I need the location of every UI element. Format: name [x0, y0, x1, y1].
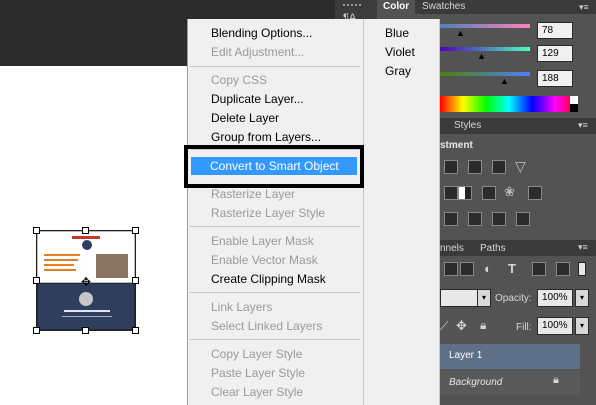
layers-panel-tabbar: nnels Paths ▾≡ [440, 240, 596, 256]
filter-shape-icon[interactable] [532, 262, 546, 276]
menu-item-blending-options[interactable]: Blending Options... [211, 25, 312, 41]
black-white-swatch[interactable] [570, 96, 578, 112]
submenu-item-violet[interactable]: Violet [385, 44, 415, 60]
menu-item-enable-layer-mask: Enable Layer Mask [211, 234, 314, 248]
menu-item-select-linked-layers: Select Linked Layers [211, 319, 323, 333]
styles-panel-tabbar: Styles ▾≡ [440, 118, 596, 134]
lock-transparent-icon[interactable]: ⟋ [440, 319, 448, 334]
menu-separator [190, 339, 360, 340]
tab-color[interactable]: Color [377, 0, 416, 14]
filter-toggle-switch[interactable] [578, 262, 586, 276]
blue-slider[interactable] [440, 72, 530, 76]
strip-grip-icon[interactable] [343, 0, 361, 6]
green-slider-thumb[interactable]: ▲ [477, 51, 486, 61]
blend-mode-dropdown-icon[interactable]: ▾ [477, 289, 491, 307]
red-slider[interactable] [440, 24, 530, 28]
fill-field[interactable]: 100% [537, 317, 573, 335]
transform-handle[interactable] [82, 327, 89, 334]
opacity-field[interactable]: 100% [537, 289, 573, 307]
threshold-icon[interactable] [492, 212, 506, 226]
submenu-item-gray[interactable]: Gray [385, 63, 411, 79]
menu-item-clear-layer-style: Clear Layer Style [211, 385, 304, 399]
layer-name[interactable]: Background [449, 377, 502, 388]
gradient-map-icon[interactable] [516, 212, 530, 226]
menu-item-enable-vector-mask: Enable Vector Mask [211, 253, 318, 267]
menu-item-copy-layer-style: Copy Layer Style [211, 347, 303, 361]
channel-mixer-icon[interactable]: ❀ [504, 184, 515, 200]
background-lock-icon: 🔒︎ [553, 374, 559, 386]
transform-handle[interactable] [33, 227, 40, 234]
filter-smart-object-icon[interactable] [556, 262, 570, 276]
filter-pixel-layer-icon[interactable] [444, 262, 458, 276]
photoshop-window: ✥ ¶A Color Swatches ▾≡ ▲ 78 ▲ 129 ▲ 188 … [0, 0, 596, 405]
transform-handle[interactable] [33, 327, 40, 334]
menu-item-rasterize-layer-style: Rasterize Layer Style [211, 206, 326, 220]
opacity-label: Opacity: [495, 293, 532, 304]
red-slider-thumb[interactable]: ▲ [456, 28, 465, 38]
black-white-adjustment-icon[interactable] [458, 186, 472, 200]
menu-item-edit-adjustment: Edit Adjustment... [211, 45, 305, 59]
transform-handle[interactable] [132, 277, 139, 284]
blue-value-field[interactable]: 188 [537, 70, 573, 87]
curves-adjustment-icon[interactable] [468, 160, 482, 174]
red-value-field[interactable]: 78 [537, 22, 573, 39]
filter-adjustment-icon[interactable]: ◐ [484, 261, 492, 276]
filter-image-icon[interactable] [460, 262, 474, 276]
menu-separator [190, 226, 360, 227]
fill-label: Fill: [516, 322, 532, 333]
menu-item-duplicate-layer[interactable]: Duplicate Layer... [211, 91, 304, 107]
panel-menu-icon[interactable]: ▾≡ [578, 242, 588, 253]
menu-item-copy-css: Copy CSS [211, 73, 268, 87]
lock-position-icon[interactable]: ✥ [456, 318, 467, 334]
adjustments-title: stment [440, 140, 473, 151]
filter-type-icon[interactable]: T [508, 261, 516, 276]
invert-icon[interactable] [444, 212, 458, 226]
panel-menu-icon[interactable]: ▾≡ [578, 120, 588, 131]
transform-handle[interactable] [132, 227, 139, 234]
tab-styles[interactable]: Styles [448, 119, 487, 133]
color-spectrum-ramp[interactable] [440, 96, 578, 112]
photo-filter-icon[interactable] [482, 186, 496, 200]
color-lookup-icon[interactable] [528, 186, 542, 200]
opacity-dropdown-icon[interactable]: ▾ [575, 289, 589, 307]
panel-menu-icon[interactable]: ▾≡ [579, 2, 589, 13]
layer-context-menu: Blending Options... Edit Adjustment... C… [187, 19, 364, 405]
color-submenu: Blue Violet Gray [364, 19, 440, 405]
annotation-highlight-box [184, 145, 364, 188]
tab-paths[interactable]: Paths [480, 243, 506, 254]
fill-dropdown-icon[interactable]: ▾ [575, 317, 589, 335]
transform-handle[interactable] [33, 277, 40, 284]
tab-swatches[interactable]: Swatches [416, 0, 471, 14]
submenu-item-blue[interactable]: Blue [385, 25, 409, 41]
green-value-field[interactable]: 129 [537, 45, 573, 62]
menu-separator [190, 66, 360, 67]
color-panel-tabbar: Color Swatches ▾≡ [375, 0, 596, 14]
color-balance-icon[interactable] [444, 186, 458, 200]
menu-item-link-layers: Link Layers [211, 300, 273, 314]
menu-item-delete-layer[interactable]: Delete Layer [211, 110, 279, 126]
menu-item-group-from-layers[interactable]: Group from Layers... [211, 129, 321, 145]
exposure-adjustment-icon[interactable] [492, 160, 506, 174]
transform-handle[interactable] [82, 227, 89, 234]
lock-all-icon[interactable]: 🔒︎ [480, 318, 486, 333]
menu-item-create-clipping-mask[interactable]: Create Clipping Mask [211, 271, 326, 287]
layer-name[interactable]: Layer 1 [449, 350, 482, 361]
transform-handle[interactable] [132, 327, 139, 334]
menu-separator [190, 292, 360, 293]
reference-point-icon[interactable]: ✥ [81, 275, 91, 289]
blue-slider-thumb[interactable]: ▲ [500, 76, 509, 86]
levels-adjustment-icon[interactable] [444, 160, 458, 174]
menu-item-paste-layer-style: Paste Layer Style [211, 366, 306, 380]
menu-item-rasterize-layer: Rasterize Layer [211, 187, 296, 201]
tab-channels[interactable]: nnels [440, 243, 464, 254]
posterize-icon[interactable] [468, 212, 482, 226]
vibrance-adjustment-icon[interactable]: ▽ [515, 158, 526, 175]
